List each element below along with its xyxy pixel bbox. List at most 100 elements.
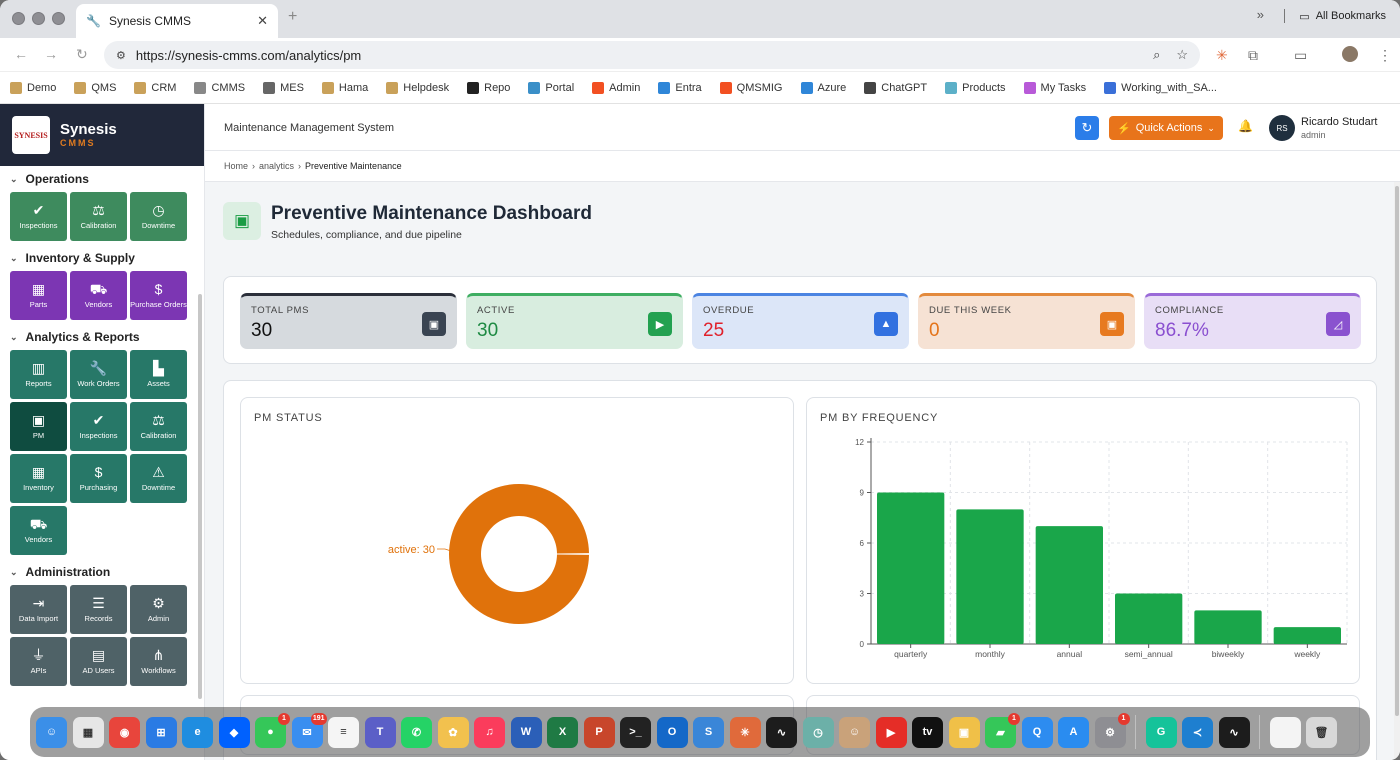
sidebar-tile-operations-calibration[interactable]: ⚖ Calibration bbox=[70, 192, 127, 241]
dock-app-outlook[interactable]: O bbox=[656, 716, 688, 748]
all-bookmarks[interactable]: ▭ All Bookmarks bbox=[1284, 9, 1386, 23]
dock-app-synesis[interactable]: S bbox=[693, 716, 724, 748]
profile-avatar-icon[interactable] bbox=[1342, 46, 1358, 62]
minimize-window-button[interactable] bbox=[32, 12, 45, 25]
bookmark-qmsmig[interactable]: QMSMIG bbox=[719, 81, 783, 94]
dock-app-youtube[interactable]: ▶ bbox=[875, 716, 907, 748]
dock-app-mail[interactable]: ✉ 191 bbox=[291, 712, 327, 748]
bookmark-admin[interactable]: Admin bbox=[592, 81, 640, 94]
dock-app-document[interactable] bbox=[1269, 716, 1301, 748]
tab-search-icon[interactable]: ▭ bbox=[1294, 47, 1307, 64]
back-icon[interactable]: ← bbox=[14, 46, 28, 62]
dock-app-stocks[interactable]: ∿ bbox=[1218, 716, 1250, 748]
dock-app-system-settings[interactable]: ⚙ 1 bbox=[1094, 712, 1130, 748]
dock-app-chrome[interactable]: ◉ bbox=[109, 716, 140, 748]
main-scrollbar[interactable] bbox=[1394, 182, 1400, 760]
brand[interactable]: SYNESIS Synesis CMMS bbox=[0, 104, 204, 166]
forward-icon[interactable]: → bbox=[44, 46, 58, 62]
sidebar-tile-operations-inspections[interactable]: ✔ Inspections bbox=[10, 192, 67, 241]
sidebar-tile-analytics-purchasing[interactable]: $ Purchasing bbox=[70, 454, 127, 503]
section-toggle-inventory[interactable]: ⌄ Inventory & Supply bbox=[10, 245, 204, 271]
dock-app-dropbox[interactable]: ◆ bbox=[218, 716, 250, 748]
sidebar-tile-administration-ad-users[interactable]: ▤ AD Users bbox=[70, 637, 127, 686]
dock-app-vscode[interactable]: ≺ bbox=[1182, 716, 1213, 748]
sidebar-tile-analytics-assets[interactable]: ▙ Assets bbox=[130, 350, 187, 399]
dock-app-launchpad[interactable]: ▦ bbox=[72, 716, 104, 748]
dock-app-notes[interactable]: ≡ bbox=[328, 716, 359, 748]
bookmark-hama[interactable]: Hama bbox=[321, 81, 368, 94]
sidebar-tile-analytics-inspections[interactable]: ✔ Inspections bbox=[70, 402, 127, 451]
avatar[interactable]: RS bbox=[1269, 115, 1295, 141]
dock-app-excel[interactable]: X bbox=[547, 716, 578, 748]
dock-app-terminal[interactable]: >_ bbox=[620, 716, 651, 748]
section-toggle-analytics[interactable]: ⌄ Analytics & Reports bbox=[10, 324, 204, 350]
dock-app-contacts[interactable]: ☺ bbox=[839, 716, 870, 748]
bookmark-repo[interactable]: Repo bbox=[467, 81, 510, 94]
sidebar-tile-administration-admin[interactable]: ⚙ Admin bbox=[130, 585, 187, 634]
bookmark-star-icon[interactable]: ☆ bbox=[1176, 47, 1188, 63]
dock-app-music[interactable]: ♫ bbox=[474, 716, 505, 748]
bookmark-cmms[interactable]: CMMS bbox=[194, 81, 245, 94]
claude-extension-icon[interactable]: ✳ bbox=[1216, 47, 1228, 64]
dock-app-messages[interactable]: ● 1 bbox=[255, 712, 290, 748]
bookmark-azure[interactable]: Azure bbox=[800, 81, 846, 94]
user-name[interactable]: Ricardo Studart bbox=[1301, 116, 1377, 128]
sidebar-tile-operations-downtime[interactable]: ◷ Downtime bbox=[130, 192, 187, 241]
extensions-icon[interactable]: ⧉ bbox=[1248, 47, 1258, 64]
sidebar-tile-analytics-downtime[interactable]: ⚠ Downtime bbox=[130, 454, 187, 503]
dock-app-app-store[interactable]: A bbox=[1058, 716, 1089, 748]
dock-app-teams[interactable]: T bbox=[364, 716, 396, 748]
reload-icon[interactable]: ↻ bbox=[76, 46, 88, 63]
bookmark-crm[interactable]: CRM bbox=[134, 81, 176, 94]
site-info-icon[interactable]: ⚙ bbox=[116, 49, 126, 62]
dock-app-windows-app[interactable]: ⊞ bbox=[145, 716, 177, 748]
bookmark-portal[interactable]: Portal bbox=[528, 81, 574, 94]
new-tab-icon[interactable]: + bbox=[288, 8, 297, 26]
dock-app-quick[interactable]: Q bbox=[1021, 716, 1053, 748]
refresh-button[interactable]: ↻ bbox=[1075, 116, 1099, 140]
dock-app-whatsapp[interactable]: ✆ bbox=[401, 716, 432, 748]
sidebar-tile-analytics-inventory[interactable]: ▦ Inventory bbox=[10, 454, 67, 503]
zoom-icon[interactable]: ⌕ bbox=[1153, 47, 1160, 63]
bell-icon[interactable]: 🔔 bbox=[1238, 119, 1253, 133]
menu-icon[interactable]: ⋮ bbox=[1378, 47, 1392, 64]
sidebar-scrollbar[interactable] bbox=[198, 294, 202, 699]
dock-app-claude[interactable]: ✳ bbox=[729, 716, 761, 748]
breadcrumb-analytics[interactable]: analytics bbox=[259, 161, 294, 171]
bookmark-my-tasks[interactable]: My Tasks bbox=[1023, 81, 1086, 94]
sidebar-tile-inventory-parts[interactable]: ▦ Parts bbox=[10, 271, 67, 320]
sidebar-tile-administration-data-import[interactable]: ⇥ Data Import bbox=[10, 585, 67, 634]
dock-app-facetime[interactable]: ▰ 1 bbox=[985, 712, 1020, 748]
maximize-window-button[interactable] bbox=[52, 12, 65, 25]
dock-app-grammarly[interactable]: G bbox=[1145, 716, 1177, 748]
sidebar-tile-analytics-vendors[interactable]: ⛟ Vendors bbox=[10, 506, 67, 555]
sidebar-tile-administration-records[interactable]: ☰ Records bbox=[70, 585, 127, 634]
dock-app-photos[interactable]: ✿ bbox=[437, 716, 469, 748]
bookmark-qms[interactable]: QMS bbox=[74, 81, 116, 94]
sidebar-tile-administration-workflows[interactable]: ⋔ Workflows bbox=[130, 637, 187, 686]
bookmark-mes[interactable]: MES bbox=[263, 81, 304, 94]
bookmarks-overflow-icon[interactable]: » bbox=[1257, 7, 1264, 22]
sidebar-tile-inventory-vendors[interactable]: ⛟ Vendors bbox=[70, 271, 127, 320]
breadcrumb-home[interactable]: Home bbox=[224, 161, 248, 171]
dock-app-apple-tv[interactable]: tv bbox=[912, 716, 943, 748]
bookmark-products[interactable]: Products bbox=[945, 81, 1006, 94]
address-bar[interactable]: ⚙ https://synesis-cmms.com/analytics/pm … bbox=[104, 41, 1200, 69]
dock-app-preview[interactable]: ▣ bbox=[948, 716, 980, 748]
bookmark-working-with-sa[interactable]: Working_with_SA... bbox=[1104, 81, 1217, 94]
dock-app-finder[interactable]: ☺ bbox=[36, 716, 67, 748]
dock-app-edge[interactable]: e bbox=[182, 716, 213, 748]
sidebar-tile-analytics-pm[interactable]: ▣ PM bbox=[10, 402, 67, 451]
dock-app-time-machine[interactable]: ◷ bbox=[802, 716, 834, 748]
dock-app-activity-monitor[interactable]: ∿ bbox=[766, 716, 797, 748]
section-toggle-administration[interactable]: ⌄ Administration bbox=[10, 559, 204, 585]
sidebar-tile-analytics-reports[interactable]: ▥ Reports bbox=[10, 350, 67, 399]
sidebar-tile-analytics-work-orders[interactable]: 🔧 Work Orders bbox=[70, 350, 127, 399]
sidebar-tile-inventory-purchase-orders[interactable]: $ Purchase Orders bbox=[130, 271, 187, 320]
dock-app-word[interactable]: W bbox=[510, 716, 542, 748]
sidebar-tile-administration-apis[interactable]: ⏚ APIs bbox=[10, 637, 67, 686]
bookmark-chatgpt[interactable]: ChatGPT bbox=[864, 81, 927, 94]
bookmark-demo[interactable]: Demo bbox=[10, 81, 56, 94]
dock-app-trash[interactable]: 🗑 bbox=[1306, 716, 1337, 748]
browser-tab[interactable]: 🔧 Synesis CMMS ✕ bbox=[76, 4, 278, 38]
